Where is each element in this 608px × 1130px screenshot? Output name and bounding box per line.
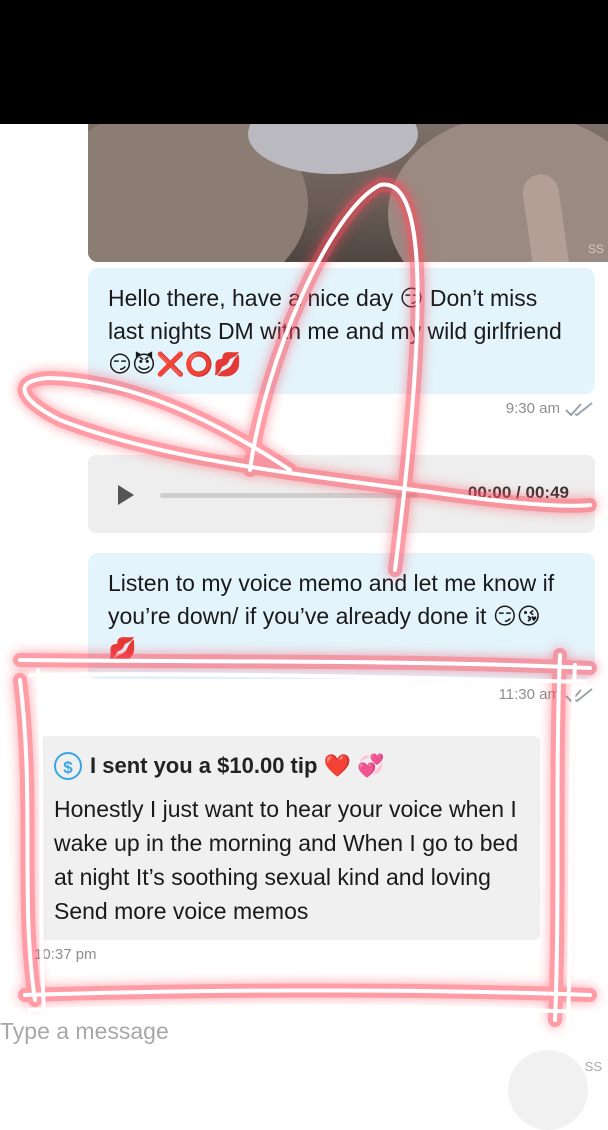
dollar-coin-icon: $ bbox=[54, 752, 82, 780]
top-black-bar bbox=[0, 0, 608, 124]
read-ticks-icon bbox=[565, 687, 593, 702]
tip-header: $ I sent you a $10.00 tip ❤️ 💞 bbox=[54, 752, 384, 780]
message-text: Listen to my voice memo and let me know … bbox=[108, 570, 555, 662]
read-ticks-icon bbox=[565, 401, 593, 416]
tip-message-text: Honestly I just want to hear your voice … bbox=[54, 796, 519, 924]
message-input[interactable]: Type a message bbox=[0, 1018, 169, 1045]
timestamp: 9:30 am bbox=[505, 400, 560, 417]
audio-duration: 00:00 / 00:49 bbox=[467, 483, 569, 502]
play-icon[interactable] bbox=[118, 485, 134, 505]
timestamp: 11:30 am bbox=[498, 686, 560, 703]
tip-amount-label: I sent you a $10.00 tip ❤️ 💞 bbox=[90, 753, 385, 778]
message-text: Hello there, have a nice day 😏 Don’t mis… bbox=[108, 285, 562, 377]
photo-attachment[interactable]: SS bbox=[88, 124, 608, 262]
outgoing-message-2[interactable]: Listen to my voice memo and let me know … bbox=[88, 553, 595, 679]
photo-watermark: SS bbox=[587, 242, 604, 256]
bottom-watermark: SS bbox=[584, 1059, 602, 1074]
tip-meta: 10:37 pm bbox=[34, 946, 97, 963]
timestamp: 10:37 pm bbox=[34, 946, 97, 963]
voice-memo-player[interactable]: 00:00 / 00:49 bbox=[88, 455, 595, 533]
audio-progress-track[interactable] bbox=[160, 493, 418, 498]
outgoing-message-1[interactable]: Hello there, have a nice day 😏 Don’t mis… bbox=[88, 268, 595, 394]
message-2-meta: 11:30 am bbox=[499, 686, 594, 703]
send-button[interactable] bbox=[508, 1050, 588, 1130]
message-1-meta: 9:30 am bbox=[506, 400, 594, 417]
photo-region bbox=[388, 124, 608, 262]
tip-message[interactable]: $ I sent you a $10.00 tip ❤️ 💞 Honestly … bbox=[40, 736, 540, 940]
